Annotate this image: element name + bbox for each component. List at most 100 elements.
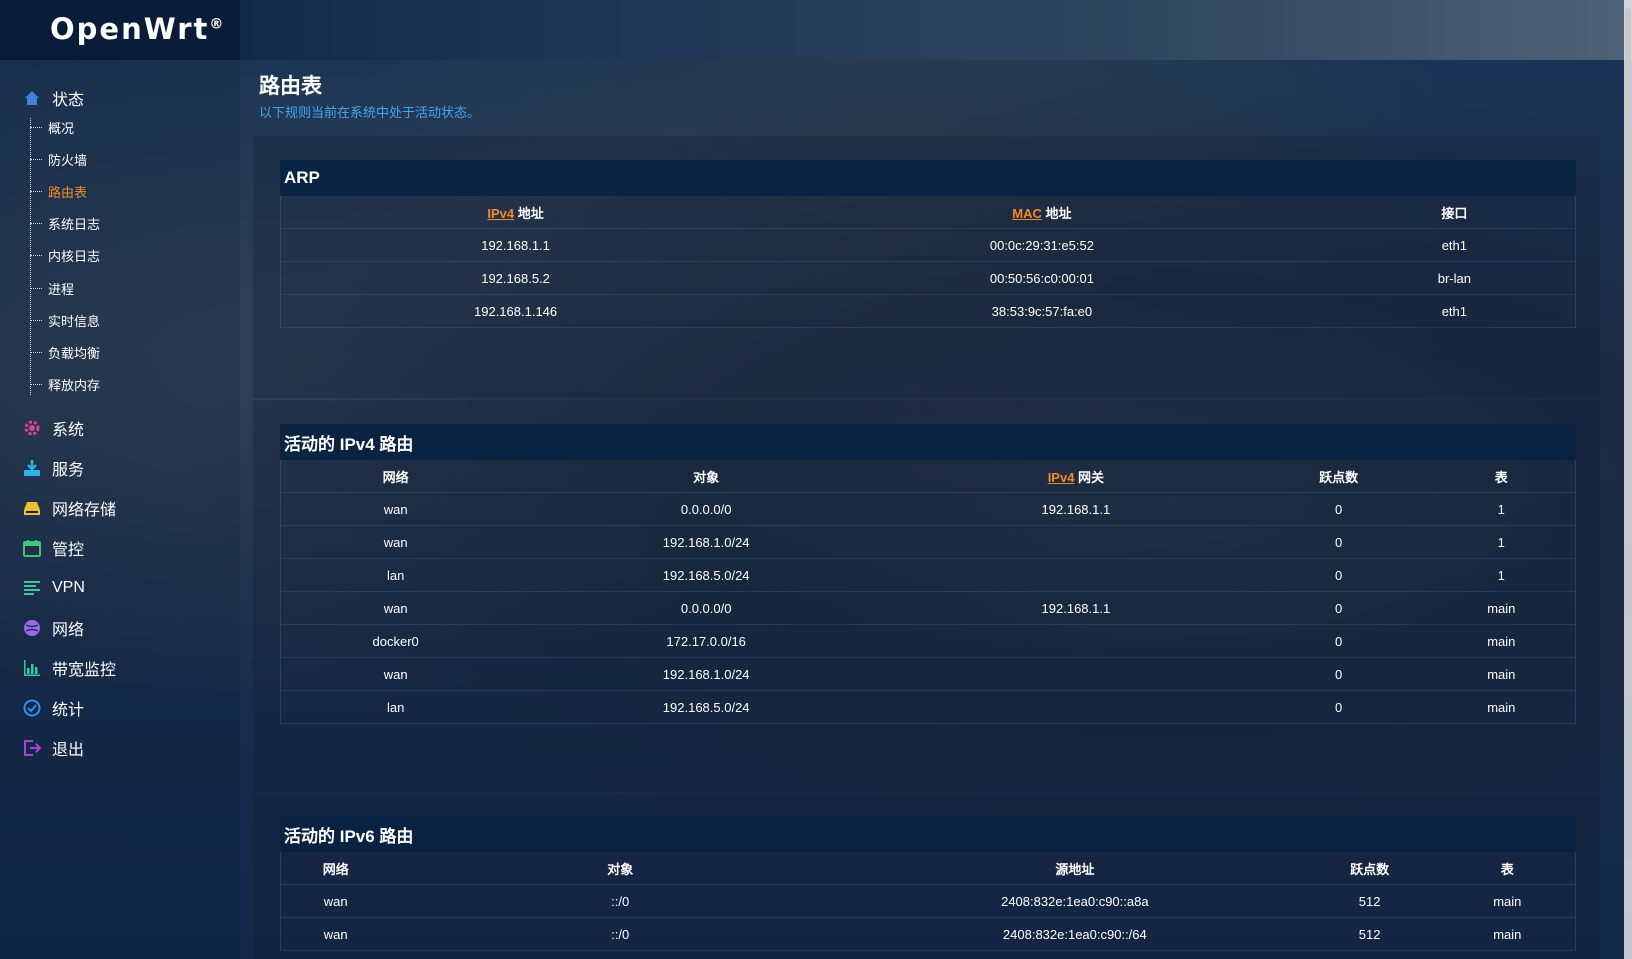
page-title: 路由表 — [259, 75, 322, 98]
cell-metric: 0 — [1249, 624, 1428, 658]
status-submenu: 概况 防火墙 路由表 系统日志 内核日志 进程 实时信息 负载均衡 释放内存 — [30, 111, 230, 401]
submenu-item-firewall[interactable]: 防火墙 — [30, 143, 230, 175]
cell-target: 0.0.0.0/0 — [510, 492, 903, 526]
menu-nas[interactable]: 网络存储 — [22, 496, 116, 520]
cell-table: main — [1427, 624, 1576, 658]
globe-icon — [22, 618, 42, 638]
cell-metric: 0 — [1249, 591, 1428, 625]
cell-source: 2408:832e:1ea0:c90::a8a — [849, 884, 1300, 918]
cell-target: 0.0.0.0/0 — [510, 591, 903, 625]
cell-mac: 38:53:9c:57:fa:e0 — [750, 294, 1334, 328]
cell-ip: 192.168.1.146 — [280, 294, 751, 328]
menu-status[interactable]: 状态 — [22, 86, 84, 110]
cell-table: main — [1439, 917, 1576, 951]
cell-metric: 0 — [1249, 657, 1428, 691]
cell-mac: 00:0c:29:31:e5:52 — [750, 228, 1334, 262]
column-header-metric: 跃点数 — [1299, 852, 1440, 885]
submenu-item-load-balance[interactable]: 负载均衡 — [30, 336, 230, 368]
cell-target: 192.168.1.0/24 — [510, 525, 903, 559]
ipv4-routes-title: 活动的 IPv4 路由 — [280, 424, 1576, 460]
menu-network[interactable]: 网络 — [22, 616, 84, 640]
cell-target: 192.168.1.0/24 — [510, 657, 903, 691]
cell-network: wan — [280, 525, 511, 559]
cell-network: docker0 — [280, 624, 511, 658]
cell-gateway — [902, 624, 1250, 658]
column-header-network: 网络 — [280, 852, 391, 885]
cell-interface: eth1 — [1333, 228, 1576, 262]
cell-table: 1 — [1427, 558, 1576, 592]
cell-table: 1 — [1427, 525, 1576, 559]
cell-gateway — [902, 690, 1250, 724]
table-header-row: IPv4 地址 MAC 地址 接口 — [280, 196, 1576, 229]
column-header-network: 网络 — [280, 460, 511, 493]
menu-control[interactable]: 管控 — [22, 536, 84, 560]
cell-network: lan — [280, 690, 511, 724]
cell-target: 192.168.5.0/24 — [510, 690, 903, 724]
menu-bandwidth[interactable]: 带宽监控 — [22, 656, 116, 680]
table-row: lan 192.168.5.0/24 0 1 — [280, 558, 1576, 592]
cell-metric: 0 — [1249, 492, 1428, 526]
column-header-metric: 跃点数 — [1249, 460, 1428, 493]
menu-services[interactable]: 服务 — [22, 456, 84, 480]
cell-network: wan — [280, 657, 511, 691]
table-row: wan ::/0 2408:832e:1ea0:c90::a8a 512 mai… — [280, 884, 1576, 918]
table-row: docker0 172.17.0.0/16 0 main — [280, 624, 1576, 658]
arp-title: ARP — [280, 160, 1576, 196]
cell-gateway — [902, 558, 1250, 592]
scrollbar-thumb[interactable] — [1625, 8, 1631, 328]
table-row: wan 0.0.0.0/0 192.168.1.1 0 1 — [280, 492, 1576, 526]
page-scrollbar[interactable] — [1624, 0, 1632, 959]
column-header-target: 对象 — [510, 460, 903, 493]
cell-gateway: 192.168.1.1 — [902, 492, 1250, 526]
cell-network: wan — [280, 492, 511, 526]
cell-network: wan — [280, 917, 391, 951]
table-row: wan 0.0.0.0/0 192.168.1.1 0 main — [280, 591, 1576, 625]
clock-icon — [22, 698, 42, 718]
submenu-item-overview[interactable]: 概况 — [30, 111, 230, 143]
cell-table: 1 — [1427, 492, 1576, 526]
cell-target: 172.17.0.0/16 — [510, 624, 903, 658]
cell-target: ::/0 — [390, 884, 850, 918]
cell-target: 192.168.5.0/24 — [510, 558, 903, 592]
column-header-table: 表 — [1439, 852, 1576, 885]
cell-metric: 0 — [1249, 525, 1428, 559]
mac-abbr: MAC — [1012, 205, 1042, 221]
cell-gateway — [902, 525, 1250, 559]
menu-vpn[interactable]: VPN — [22, 576, 85, 600]
cell-metric: 512 — [1299, 917, 1440, 951]
menu-logout[interactable]: 退出 — [22, 736, 84, 760]
home-icon — [22, 88, 42, 108]
submenu-item-kernel-log[interactable]: 内核日志 — [30, 240, 230, 272]
page-description: 以下规则当前在系统中处于活动状态。 — [259, 105, 481, 120]
submenu-item-free-memory[interactable]: 释放内存 — [30, 369, 230, 401]
cell-network: wan — [280, 884, 391, 918]
arp-table: IPv4 地址 MAC 地址 接口 192.168.1.1 00:0c:29:3… — [280, 196, 1576, 328]
cell-table: main — [1427, 690, 1576, 724]
column-header-ipv4: IPv4 地址 — [280, 196, 751, 229]
table-header-row: 网络 对象 IPv4 网关 跃点数 表 — [280, 460, 1576, 493]
submenu-item-processes[interactable]: 进程 — [30, 272, 230, 304]
cell-metric: 0 — [1249, 558, 1428, 592]
cell-table: main — [1439, 884, 1576, 918]
table-row: lan 192.168.5.0/24 0 main — [280, 690, 1576, 724]
ipv4-routes-table: 网络 对象 IPv4 网关 跃点数 表 wan 0.0.0.0/0 192.16… — [280, 460, 1576, 724]
calendar-icon — [22, 538, 42, 558]
cell-ip: 192.168.5.2 — [280, 261, 751, 295]
menu-statistics[interactable]: 统计 — [22, 696, 84, 720]
cell-metric: 512 — [1299, 884, 1440, 918]
cell-source: 2408:832e:1ea0:c90::/64 — [849, 917, 1300, 951]
table-row: wan 192.168.1.0/24 0 1 — [280, 525, 1576, 559]
cell-interface: br-lan — [1333, 261, 1576, 295]
cell-table: main — [1427, 591, 1576, 625]
menu-system[interactable]: 系统 — [22, 416, 84, 440]
brand-logo[interactable]: OpenWrt® — [50, 12, 223, 46]
submenu-item-routes[interactable]: 路由表 — [30, 175, 230, 207]
cell-metric: 0 — [1249, 690, 1428, 724]
table-row: 192.168.1.1 00:0c:29:31:e5:52 eth1 — [280, 228, 1576, 262]
cell-interface: eth1 — [1333, 294, 1576, 328]
column-header-table: 表 — [1427, 460, 1576, 493]
submenu-item-realtime[interactable]: 实时信息 — [30, 304, 230, 336]
cell-network: wan — [280, 591, 511, 625]
submenu-item-syslog[interactable]: 系统日志 — [30, 208, 230, 240]
table-row: wan 192.168.1.0/24 0 main — [280, 657, 1576, 691]
